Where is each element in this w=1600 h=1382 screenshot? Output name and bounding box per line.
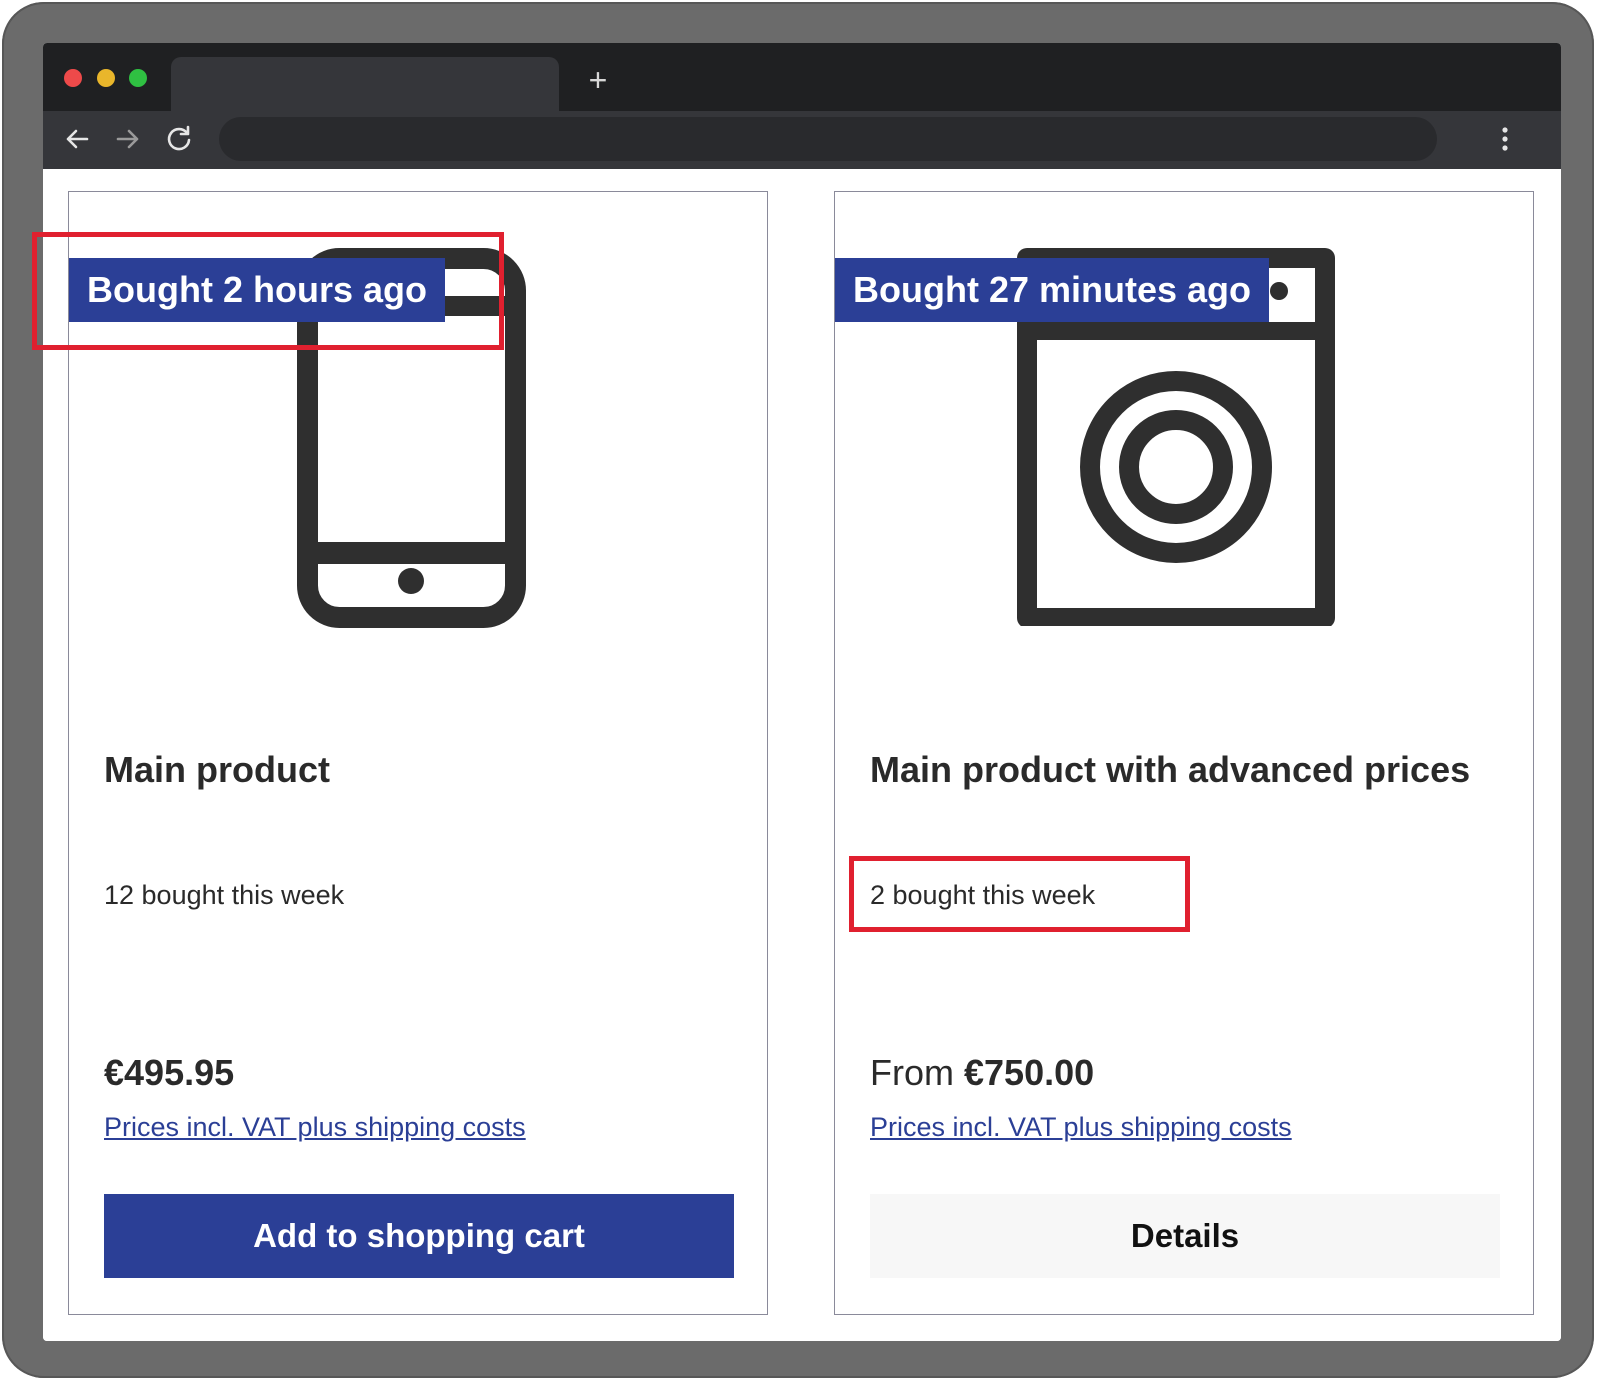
address-bar[interactable]: [219, 117, 1437, 161]
page-content: Bought 2 hours ago Main product 12 bough…: [43, 169, 1561, 1341]
device-frame: + Bought 2 hours ago Main product 12 bou…: [2, 2, 1594, 1378]
sales-count-text: 2 bought this week: [870, 880, 1096, 910]
arrow-right-icon: [116, 129, 139, 149]
forward-button[interactable]: [110, 121, 146, 157]
price-prefix: From: [870, 1052, 964, 1093]
reload-button[interactable]: [161, 121, 197, 157]
browser-window: + Bought 2 hours ago Main product 12 bou…: [43, 43, 1561, 1341]
recent-purchase-badge: Bought 27 minutes ago: [835, 258, 1270, 322]
browser-menu-button[interactable]: [1487, 121, 1523, 157]
browser-tab-bar: +: [43, 43, 1561, 111]
price-amount: €750.00: [964, 1052, 1095, 1093]
browser-toolbar: [43, 111, 1561, 169]
vat-shipping-link[interactable]: Prices incl. VAT plus shipping costs: [104, 1112, 526, 1143]
product-title[interactable]: Main product with advanced prices: [870, 747, 1490, 793]
browser-tab-active[interactable]: [171, 57, 559, 111]
product-price: From €750.00: [870, 1052, 1094, 1094]
product-title[interactable]: Main product: [104, 747, 724, 793]
sales-count-text: 12 bought this week: [104, 880, 345, 910]
add-to-cart-button[interactable]: Add to shopping cart: [104, 1194, 734, 1278]
arrow-left-icon: [66, 129, 89, 149]
window-maximize-button[interactable]: [129, 69, 147, 87]
recent-purchase-badge: Bought 2 hours ago: [69, 258, 445, 322]
product-card[interactable]: Bought 27 minutes ago Main product with …: [834, 191, 1534, 1315]
back-button[interactable]: [59, 121, 95, 157]
new-tab-button[interactable]: +: [581, 63, 615, 97]
product-image[interactable]: Bought 27 minutes ago: [835, 192, 1533, 672]
details-button[interactable]: Details: [870, 1194, 1500, 1278]
window-close-button[interactable]: [64, 69, 82, 87]
more-vertical-icon: [1502, 127, 1508, 151]
window-minimize-button[interactable]: [97, 69, 115, 87]
product-price: €495.95: [104, 1052, 234, 1094]
product-card[interactable]: Bought 2 hours ago Main product 12 bough…: [68, 191, 768, 1315]
vat-shipping-link[interactable]: Prices incl. VAT plus shipping costs: [870, 1112, 1292, 1143]
price-amount: €495.95: [104, 1052, 235, 1093]
product-image[interactable]: Bought 2 hours ago: [69, 192, 767, 672]
reload-icon: [167, 125, 191, 151]
